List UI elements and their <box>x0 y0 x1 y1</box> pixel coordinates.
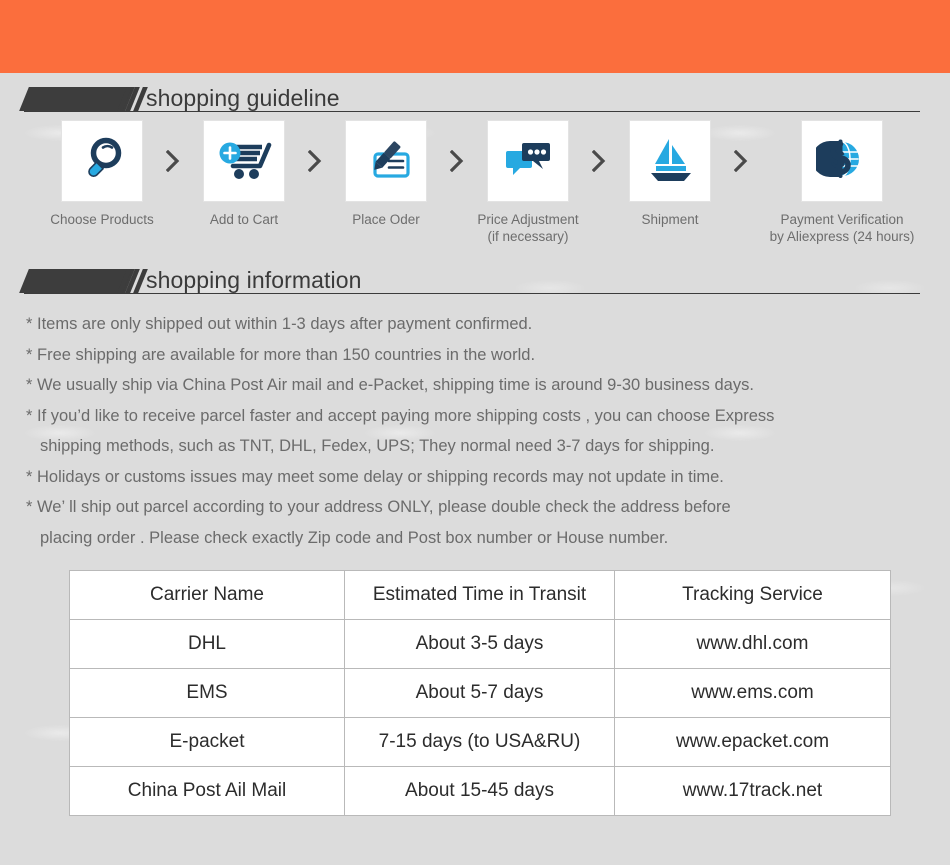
info-line: * Items are only shipped out within 1-3 … <box>26 315 533 333</box>
step-place-order[interactable]: Place Oder <box>326 121 446 229</box>
info-line: * We’ ll ship out parcel according to yo… <box>26 498 731 516</box>
cell-estimated-time: About 5-7 days <box>344 668 615 718</box>
magnifier-icon <box>76 133 128 190</box>
step-label: Payment Verification by Aliexpress (24 h… <box>769 212 915 244</box>
step-shipment[interactable]: Shipment <box>610 121 730 229</box>
cell-estimated-time: About 3-5 days <box>344 619 615 669</box>
info-line: shipping methods, such as TNT, DHL, Fede… <box>40 437 715 455</box>
step-price-adjustment[interactable]: Price Adjustment (if necessary) <box>468 121 588 245</box>
cell-carrier-name: China Post Ail Mail <box>69 766 345 816</box>
chevron-right-icon <box>730 121 752 201</box>
step-icon-box: $ <box>802 121 882 201</box>
table-row: DHL About 3-5 days www.dhl.com <box>69 619 891 669</box>
step-label: Shipment <box>641 212 699 227</box>
table-header-tracking-service: Tracking Service <box>614 570 891 620</box>
cell-estimated-time: 7-15 days (to USA&RU) <box>344 717 615 767</box>
step-icon-box <box>488 121 568 201</box>
section-header-information: shopping information <box>0 255 950 295</box>
dollar-globe-icon: $ <box>812 133 868 190</box>
step-label: Price Adjustment (if necessary) <box>477 212 579 244</box>
chevron-right-icon <box>304 121 326 201</box>
shopping-guideline-steps: Choose Products Add to Cart Place Oder P… <box>42 113 950 245</box>
add-to-cart-icon <box>216 133 272 190</box>
table-row: China Post Ail Mail About 15-45 days www… <box>69 766 891 816</box>
info-line: * We usually ship via China Post Air mai… <box>26 376 754 394</box>
table-header-row: Carrier Name Estimated Time in Transit T… <box>69 570 891 620</box>
top-orange-banner <box>0 0 950 73</box>
step-label: Place Oder <box>352 212 420 227</box>
section-title-information: shopping information <box>146 267 362 293</box>
carrier-table-wrapper: Carrier Name Estimated Time in Transit T… <box>69 570 891 816</box>
chat-bubbles-icon <box>500 133 556 190</box>
info-line: * Free shipping are available for more t… <box>26 345 536 364</box>
cell-tracking-service[interactable]: www.epacket.com <box>614 717 891 767</box>
cell-tracking-service[interactable]: www.ems.com <box>614 668 891 718</box>
step-icon-box <box>204 121 284 201</box>
table-header-carrier-name: Carrier Name <box>69 570 345 620</box>
table-row: E-packet 7-15 days (to USA&RU) www.epack… <box>69 717 891 767</box>
cell-tracking-service[interactable]: www.dhl.com <box>614 619 891 669</box>
section-header-guideline: shopping guideline <box>0 73 950 113</box>
info-line: * Holidays or customs issues may meet so… <box>26 467 724 486</box>
table-row: EMS About 5-7 days www.ems.com <box>69 668 891 718</box>
section-title-guideline: shopping guideline <box>146 85 340 111</box>
carrier-table: Carrier Name Estimated Time in Transit T… <box>69 570 891 816</box>
page-root: shopping guideline Choose Products Add t… <box>0 0 950 816</box>
chevron-right-icon <box>162 121 184 201</box>
step-icon-box <box>62 121 142 201</box>
step-label: Add to Cart <box>209 212 279 227</box>
step-choose-products[interactable]: Choose Products <box>42 121 162 229</box>
info-line: * If you’d like to receive parcel faster… <box>26 406 775 425</box>
chevron-right-icon <box>446 121 468 201</box>
cell-estimated-time: About 15-45 days <box>344 766 615 816</box>
table-header-estimated-time: Estimated Time in Transit <box>344 570 615 620</box>
cell-carrier-name: DHL <box>69 619 345 669</box>
cell-carrier-name: EMS <box>69 668 345 718</box>
pen-check-icon <box>358 133 414 190</box>
chevron-right-icon <box>588 121 610 201</box>
step-icon-box <box>630 121 710 201</box>
step-icon-box <box>346 121 426 201</box>
step-label: Choose Products <box>50 212 154 227</box>
info-line: placing order . Please check exactly Zip… <box>40 528 669 547</box>
cell-carrier-name: E-packet <box>69 717 345 767</box>
step-payment-verification[interactable]: $ Payment Verification by Aliexpress (24… <box>752 121 932 245</box>
sailboat-icon <box>642 133 698 190</box>
cell-tracking-service[interactable]: www.17track.net <box>614 766 891 816</box>
step-add-to-cart[interactable]: Add to Cart <box>184 121 304 229</box>
shipping-info-list: * Items are only shipped out within 1-3 … <box>0 309 950 553</box>
